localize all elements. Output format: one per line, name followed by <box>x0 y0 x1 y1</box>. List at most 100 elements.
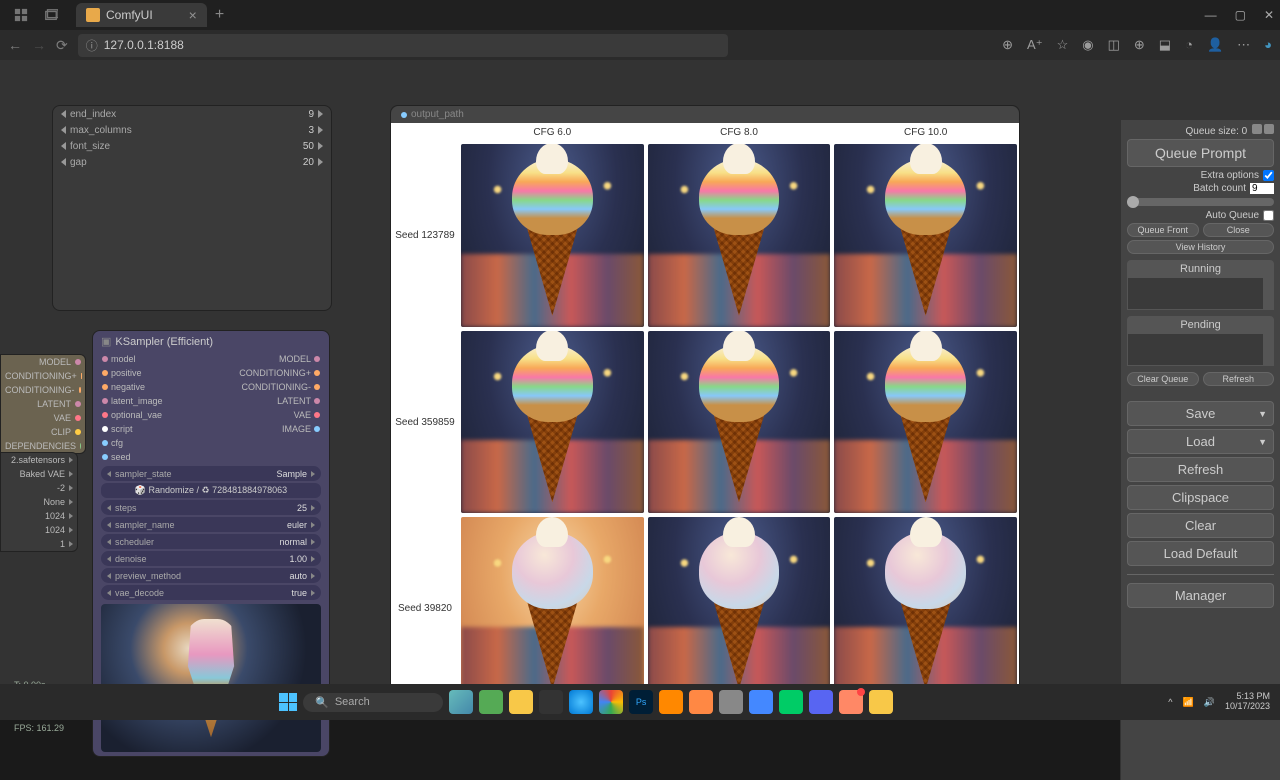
taskbar-search[interactable]: 🔍 Search <box>303 693 443 712</box>
batch-count-slider[interactable] <box>1127 198 1274 206</box>
browser-tab[interactable]: ComfyUI × <box>76 3 207 27</box>
taskbar-app-icon[interactable] <box>809 690 833 714</box>
settings-icon[interactable] <box>1264 124 1274 134</box>
sampler-state-widget[interactable]: sampler_stateSample <box>101 466 321 481</box>
ext1-icon[interactable]: ◉ <box>1082 37 1093 53</box>
clipspace-button[interactable]: Clipspace <box>1127 485 1274 510</box>
start-button[interactable] <box>279 693 297 711</box>
output-port[interactable]: DEPENDENCIES <box>1 439 85 453</box>
system-tray[interactable]: ^ 📶 🔊 5:13 PM10/17/2023 <box>1168 692 1270 712</box>
widget-row[interactable]: schedulernormal <box>101 534 321 549</box>
extra-options-checkbox[interactable] <box>1263 170 1274 181</box>
refresh-queue-button[interactable]: Refresh <box>1203 372 1275 386</box>
output-port[interactable]: IMAGE <box>282 424 311 434</box>
widget-row[interactable]: None <box>1 495 77 509</box>
batch-count-input[interactable] <box>1250 183 1274 194</box>
output-port[interactable]: CONDITIONING+ <box>239 368 311 378</box>
workspace-icon[interactable] <box>14 8 28 22</box>
widget-row[interactable]: max_columns3 <box>53 122 331 138</box>
view-history-button[interactable]: View History <box>1127 240 1274 254</box>
manager-button[interactable]: Manager <box>1127 583 1274 608</box>
output-port[interactable]: VAE <box>1 411 85 425</box>
input-port[interactable]: model <box>111 354 136 364</box>
xy-plot-node[interactable]: output_path CFG 6.0 CFG 8.0 CFG 10.0 See… <box>390 105 1020 703</box>
widget-row[interactable]: denoise1.00 <box>101 551 321 566</box>
scrollbar[interactable] <box>1263 278 1273 309</box>
clear-queue-button[interactable]: Clear Queue <box>1127 372 1199 386</box>
output-port[interactable]: CLIP <box>1 425 85 439</box>
load-default-button[interactable]: Load Default <box>1127 541 1274 566</box>
auto-queue-checkbox[interactable] <box>1263 210 1274 221</box>
window-maximize-icon[interactable]: ▢ <box>1235 8 1246 22</box>
tray-wifi-icon[interactable]: 📶 <box>1183 697 1194 708</box>
widget-row[interactable]: 2.safetensors <box>1 453 77 467</box>
seed-randomize-row[interactable]: 🎲 Randomize / ♻ 728481884978063 <box>101 483 321 498</box>
menu-icon[interactable]: ⋯ <box>1237 37 1250 53</box>
refresh-button[interactable]: Refresh <box>1127 457 1274 482</box>
widget-row[interactable]: preview_methodauto <box>101 568 321 583</box>
input-port[interactable]: cfg <box>111 438 123 448</box>
queue-prompt-button[interactable]: Queue Prompt <box>1127 139 1274 167</box>
copilot-icon[interactable]: ◕ <box>1264 37 1272 53</box>
taskbar-app-icon[interactable] <box>659 690 683 714</box>
output-port[interactable]: LATENT <box>1 397 85 411</box>
save-button[interactable]: Save▼ <box>1127 401 1274 426</box>
queue-front-button[interactable]: Queue Front <box>1127 223 1199 237</box>
tabs-icon[interactable] <box>44 8 58 22</box>
input-port[interactable]: latent_image <box>111 396 163 406</box>
load-button[interactable]: Load▼ <box>1127 429 1274 454</box>
tab-close-icon[interactable]: × <box>189 7 197 23</box>
input-port[interactable]: seed <box>111 452 131 462</box>
taskbar-app-icon[interactable] <box>599 690 623 714</box>
comfyui-canvas[interactable]: end_index9max_columns3font_size50gap20 M… <box>0 60 1280 720</box>
output-port[interactable]: VAE <box>294 410 311 420</box>
taskbar-app-icon[interactable] <box>449 690 473 714</box>
taskbar-app-icon[interactable] <box>509 690 533 714</box>
ext2-icon[interactable]: ⬓ <box>1159 37 1171 53</box>
url-field[interactable]: ⓘ 127.0.0.1:8188 <box>78 34 728 57</box>
output-port[interactable]: CONDITIONING- <box>1 383 85 397</box>
widget-row[interactable]: font_size50 <box>53 138 331 154</box>
input-port[interactable]: optional_vae <box>111 410 162 420</box>
taskbar-app-icon[interactable] <box>689 690 713 714</box>
taskbar-app-icon[interactable] <box>749 690 773 714</box>
scrollbar[interactable] <box>1263 334 1273 365</box>
reader-icon[interactable]: A⁺ <box>1027 37 1043 53</box>
taskbar-app-icon[interactable] <box>719 690 743 714</box>
taskbar-app-icon[interactable]: Ps <box>629 690 653 714</box>
nav-back-icon[interactable]: ← <box>8 37 22 53</box>
output-port[interactable]: CONDITIONING- <box>242 382 312 392</box>
widget-row[interactable]: 1 <box>1 537 77 551</box>
widget-row[interactable]: end_index9 <box>53 106 331 122</box>
taskbar-app-icon[interactable] <box>569 690 593 714</box>
widget-row[interactable]: 1024 <box>1 509 77 523</box>
new-tab-button[interactable]: + <box>215 6 224 24</box>
tray-volume-icon[interactable]: 🔊 <box>1204 697 1215 708</box>
output-port[interactable]: MODEL <box>1 355 85 369</box>
extras-icon[interactable] <box>1252 124 1262 134</box>
efficient-loader-node-stub[interactable]: MODELCONDITIONING+CONDITIONING-LATENTVAE… <box>0 354 86 454</box>
taskbar-app-icon[interactable] <box>869 690 893 714</box>
taskbar-app-icon[interactable] <box>479 690 503 714</box>
loader-widgets-stub[interactable]: 2.safetensorsBaked VAE-2None102410241 <box>0 452 78 552</box>
taskbar-app-icon[interactable] <box>539 690 563 714</box>
output-port[interactable]: CONDITIONING+ <box>1 369 85 383</box>
output-port[interactable]: LATENT <box>277 396 311 406</box>
taskbar-app-icon[interactable] <box>779 690 803 714</box>
ext3-icon[interactable]: ◔ <box>1185 37 1193 53</box>
collections-icon[interactable]: ⊕ <box>1134 37 1145 53</box>
clear-button[interactable]: Clear <box>1127 513 1274 538</box>
zoom-icon[interactable]: ⊕ <box>1002 37 1013 53</box>
favorite-icon[interactable]: ☆ <box>1057 37 1069 53</box>
sidebar-icon[interactable]: ◫ <box>1108 37 1120 53</box>
widget-row[interactable]: Baked VAE <box>1 467 77 481</box>
grid-settings-node[interactable]: end_index9max_columns3font_size50gap20 <box>52 105 332 311</box>
profile-icon[interactable]: 👤 <box>1207 37 1223 53</box>
site-info-icon[interactable]: ⓘ <box>86 37 98 54</box>
input-port[interactable]: positive <box>111 368 142 378</box>
window-minimize-icon[interactable]: — <box>1205 8 1217 22</box>
nav-reload-icon[interactable]: ⟳ <box>56 37 68 54</box>
input-port[interactable]: negative <box>111 382 145 392</box>
widget-row[interactable]: sampler_nameeuler <box>101 517 321 532</box>
input-port[interactable]: script <box>111 424 133 434</box>
